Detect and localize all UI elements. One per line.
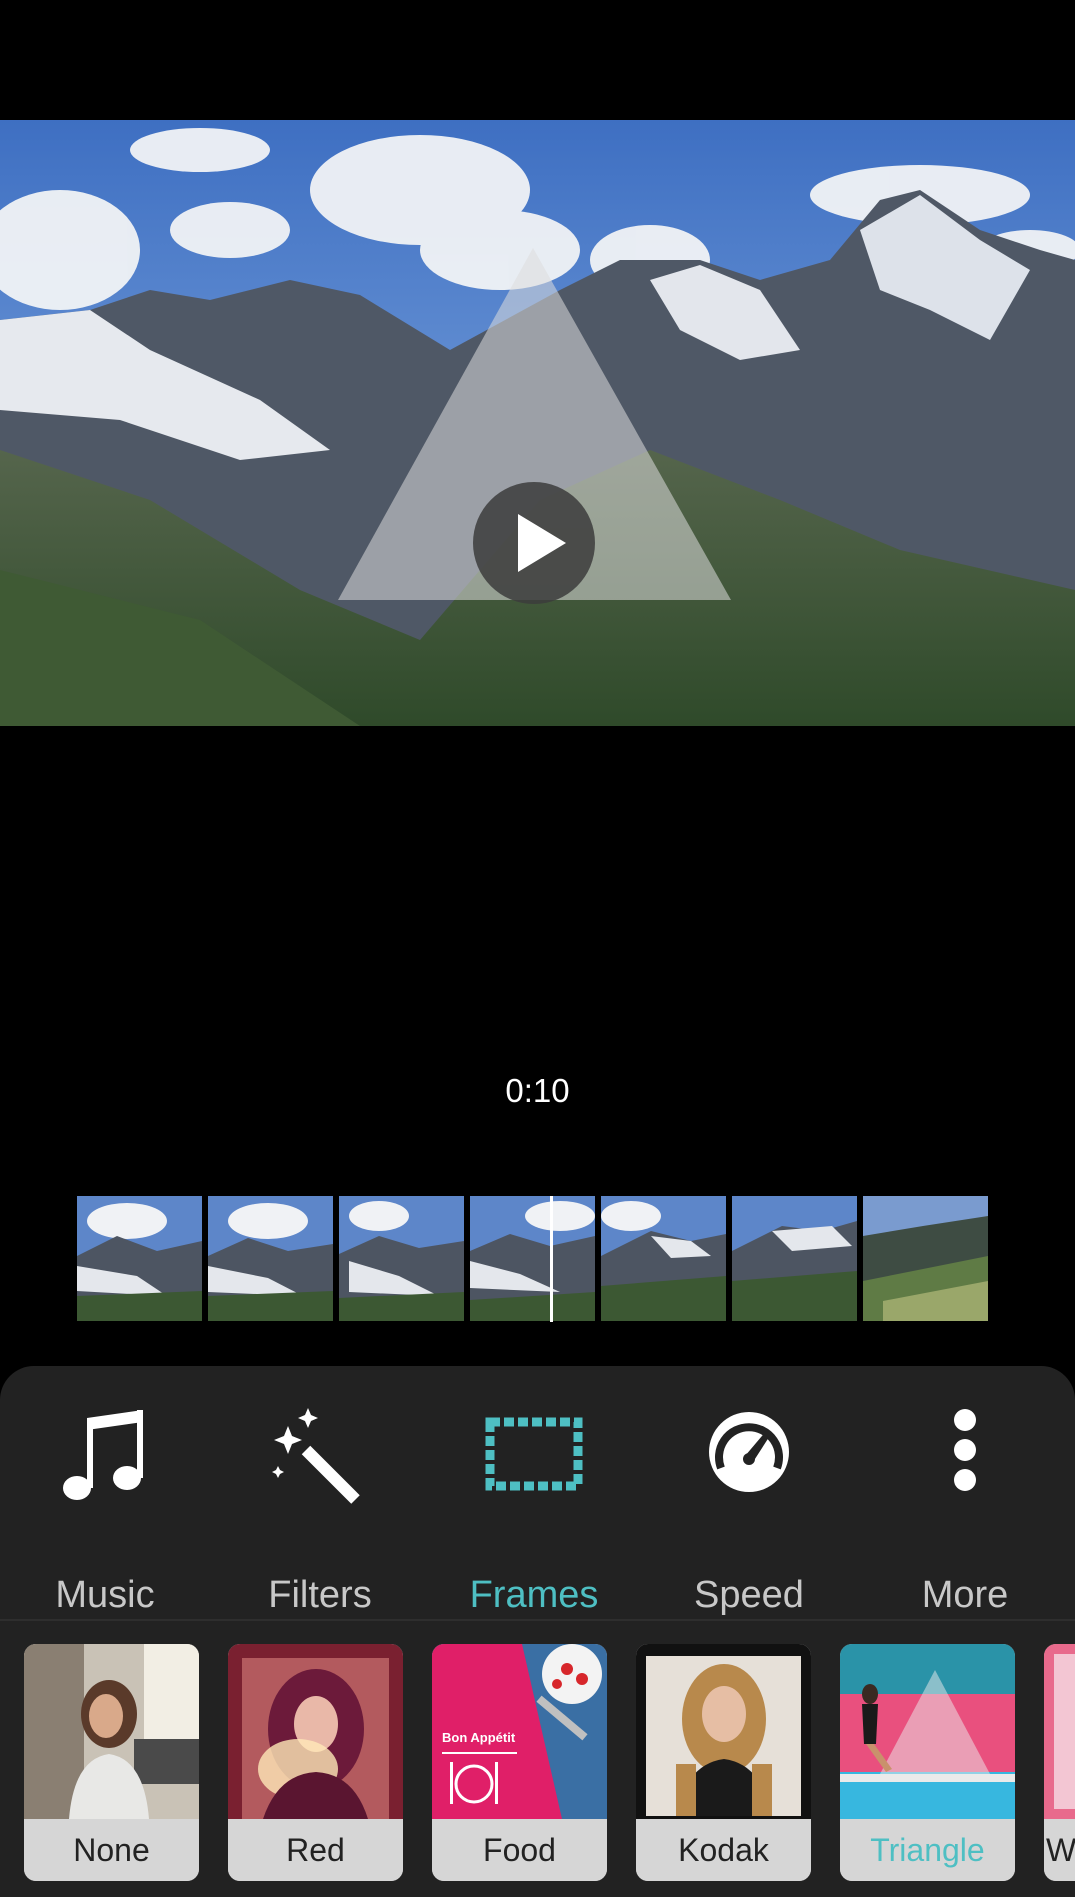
music-note-icon — [63, 1410, 143, 1500]
frame-thumbnail-image — [1044, 1644, 1075, 1819]
frame-option-none[interactable]: None — [24, 1644, 199, 1881]
timeline-thumbnail — [863, 1196, 988, 1321]
speedometer-icon — [709, 1412, 789, 1492]
tool-more[interactable]: More — [865, 1406, 1065, 1614]
frame-thumbnail-image — [24, 1644, 199, 1819]
playback-time: 0:10 — [505, 1072, 570, 1109]
tool-label: Filters — [268, 1574, 372, 1616]
timeline-thumbnail — [732, 1196, 857, 1321]
frame-label: Kodak — [636, 1819, 811, 1881]
timeline-thumbnail — [77, 1196, 202, 1321]
video-preview[interactable] — [0, 120, 1075, 726]
timeline-thumbnail — [601, 1196, 726, 1321]
play-icon — [518, 514, 566, 572]
frame-label: Red — [228, 1819, 403, 1881]
tool-label: More — [921, 1574, 1009, 1616]
frame-picker[interactable]: None Red Bon Appétit Food Kodak Triangle… — [0, 1644, 1075, 1884]
tool-bar: Music Filters Frames Speed More — [0, 1366, 1075, 1619]
tool-frames[interactable]: Frames — [434, 1406, 634, 1614]
video-timeline[interactable] — [77, 1196, 992, 1321]
editor-panel: Music Filters Frames Speed More None Red… — [0, 1366, 1075, 1897]
frame-option-food[interactable]: Bon Appétit Food — [432, 1644, 607, 1881]
timeline-thumbnail — [339, 1196, 464, 1321]
frame-thumbnail-image — [228, 1644, 403, 1819]
timeline-playhead[interactable] — [550, 1196, 553, 1322]
tool-label: Music — [55, 1574, 155, 1616]
frame-thumbnail-image — [636, 1644, 811, 1819]
more-vertical-icon — [954, 1409, 976, 1491]
frame-option-kodak[interactable]: Kodak — [636, 1644, 811, 1881]
magic-wand-icon — [272, 1408, 360, 1504]
divider — [0, 1619, 1075, 1621]
tool-label: Speed — [694, 1574, 804, 1616]
frame-label: W — [1044, 1819, 1075, 1881]
frame-option-w[interactable]: W — [1044, 1644, 1075, 1881]
tool-filters[interactable]: Filters — [220, 1406, 420, 1614]
food-frame-text: Bon Appétit — [442, 1730, 516, 1745]
tool-speed[interactable]: Speed — [649, 1406, 849, 1614]
frame-option-triangle[interactable]: Triangle — [840, 1644, 1015, 1881]
frame-label: Food — [432, 1819, 607, 1881]
timeline-thumbnail — [470, 1196, 595, 1321]
frame-label: None — [24, 1819, 199, 1881]
play-button[interactable] — [473, 482, 595, 604]
frame-option-red[interactable]: Red — [228, 1644, 403, 1881]
tool-music[interactable]: Music — [5, 1406, 205, 1614]
timeline-thumbnail — [208, 1196, 333, 1321]
frame-label: Triangle — [840, 1819, 1015, 1881]
frame-icon — [485, 1417, 583, 1491]
triangle-frame-overlay — [338, 248, 731, 600]
frame-thumbnail-image — [840, 1644, 1015, 1819]
tool-label: Frames — [469, 1574, 599, 1616]
